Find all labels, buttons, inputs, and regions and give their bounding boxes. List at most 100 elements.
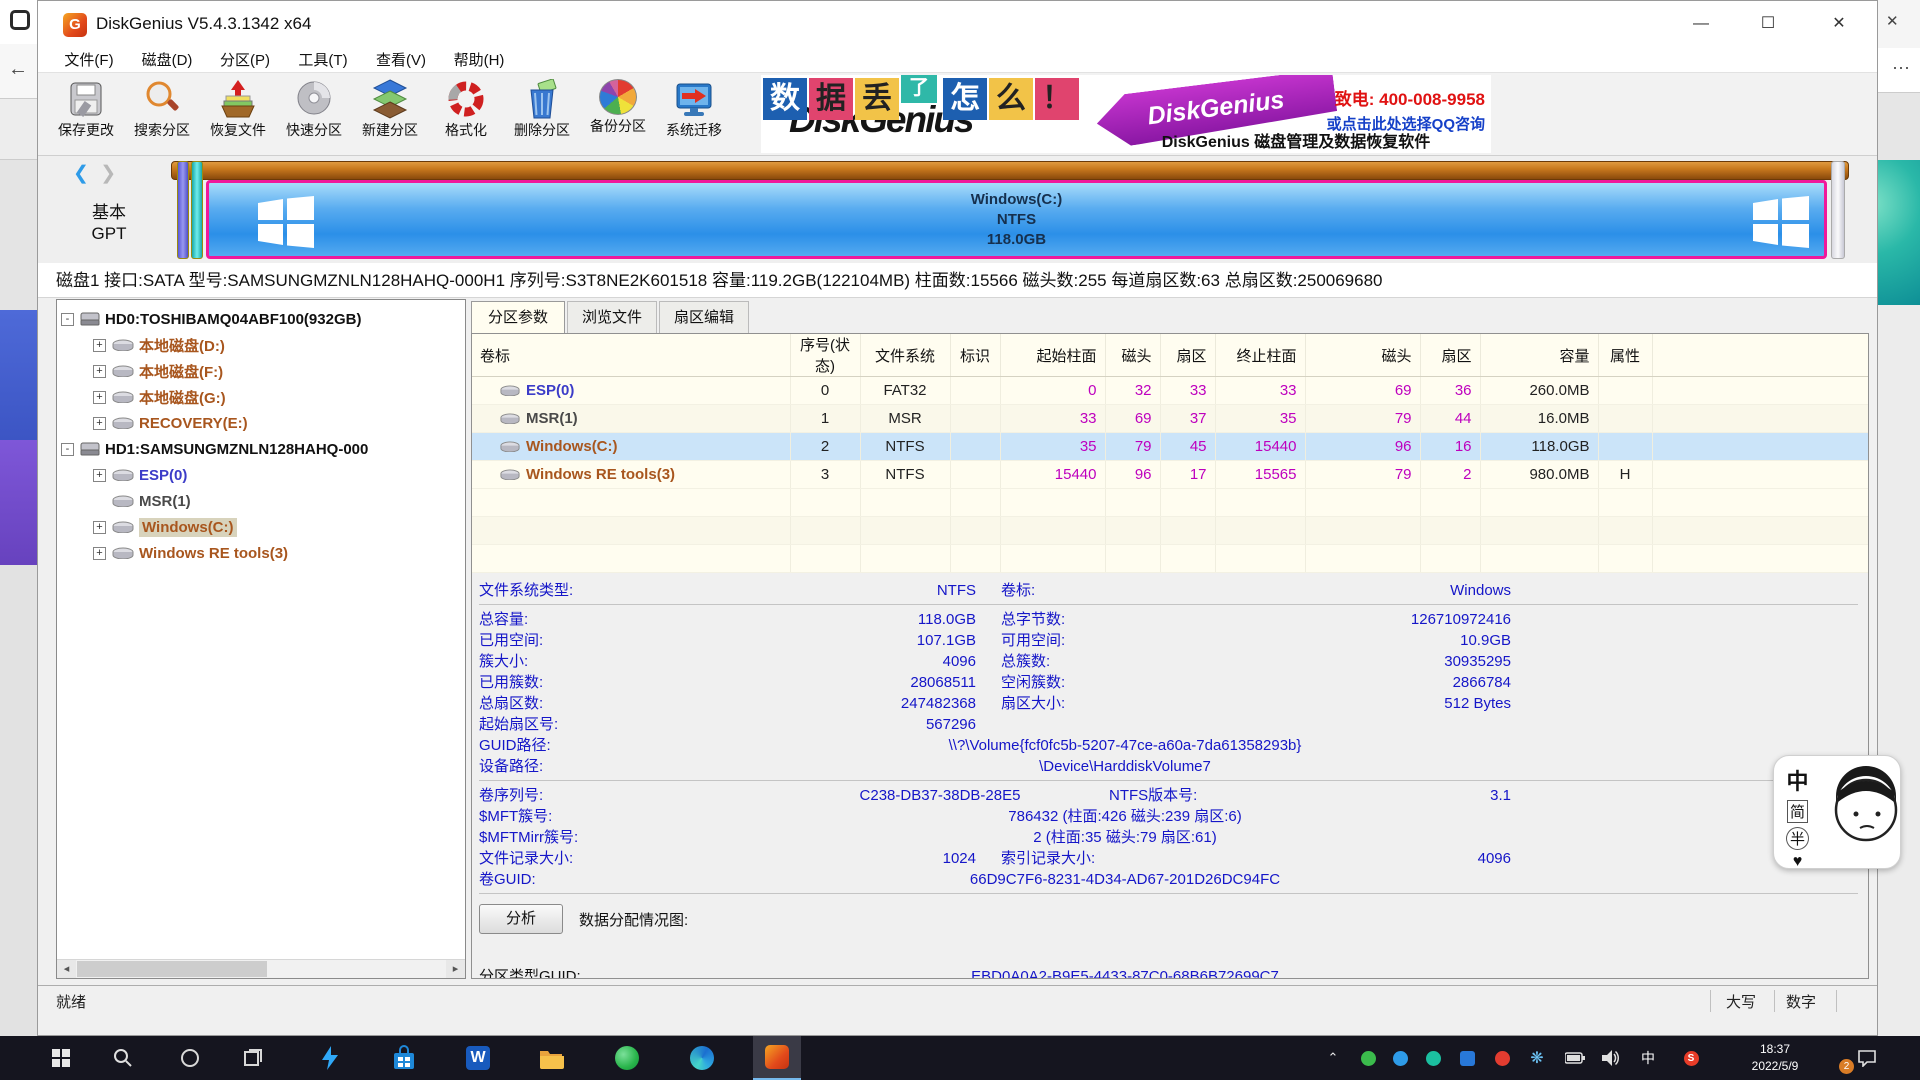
windows-c-partition-block[interactable]: Windows(C:) NTFS 118.0GB	[206, 180, 1827, 259]
tray-dingtalk-icon[interactable]	[1418, 1036, 1448, 1080]
esp-partition-block[interactable]	[177, 161, 189, 259]
taskbar-app-edge[interactable]	[678, 1036, 726, 1080]
expand-icon[interactable]: +	[93, 339, 106, 352]
expand-icon[interactable]: +	[93, 469, 106, 482]
msr-partition-block[interactable]	[191, 161, 203, 259]
tab-browse-files[interactable]: 浏览文件	[567, 301, 657, 333]
collapse-icon[interactable]: -	[61, 443, 74, 456]
system-migrate-button[interactable]: 系统迁移	[656, 77, 732, 151]
tray-expand-button[interactable]: ⌃	[1318, 1036, 1348, 1080]
recover-files-button[interactable]: 恢复文件	[200, 77, 276, 151]
ime-simplified-indicator[interactable]: 简	[1787, 800, 1808, 823]
tree-item-hd0[interactable]: - HD0:TOSHIBAMQ04ABF100(932GB)	[57, 306, 465, 332]
expand-icon[interactable]: +	[93, 547, 106, 560]
menu-file[interactable]: 文件(F)	[56, 50, 122, 71]
banner-contact[interactable]: 致电: 400-008-9958 或点击此处选择QQ咨询	[1327, 85, 1485, 134]
col-end-sector[interactable]: 扇区	[1420, 334, 1480, 377]
search-partition-button[interactable]: 搜索分区	[124, 77, 200, 151]
ime-status-widget[interactable]: 中 简 半 ♥	[1773, 755, 1901, 869]
backup-partition-button[interactable]: 备份分区	[580, 77, 656, 151]
col-end-cylinder[interactable]: 终止柱面	[1215, 334, 1305, 377]
tree-item-msr[interactable]: MSR(1)	[57, 488, 465, 514]
save-changes-button[interactable]: 保存更改	[48, 77, 124, 151]
ime-chinese-indicator[interactable]: 中	[1787, 764, 1809, 796]
ad-banner[interactable]: DiskGenius 数 据 丢 了 怎 么 ！ DiskGenius 致电: …	[761, 75, 1491, 153]
col-start-cylinder[interactable]: 起始柱面	[1000, 334, 1105, 377]
tree-item-hd1[interactable]: - HD1:SAMSUNGMZNLN128HAHQ-000	[57, 436, 465, 462]
col-filesystem[interactable]: 文件系统	[860, 334, 950, 377]
table-row-windows-re[interactable]: Windows RE tools(3) 3 NTFS 15440 96 17 1…	[472, 461, 1869, 489]
task-view-button[interactable]	[229, 1036, 277, 1080]
tray-qq-icon[interactable]	[1452, 1036, 1482, 1080]
tree-item-windows-re[interactable]: + Windows RE tools(3)	[57, 540, 465, 566]
tree-item-disk-f[interactable]: + 本地磁盘(F:)	[57, 358, 465, 384]
col-tag[interactable]: 标识	[950, 334, 1000, 377]
prev-disk-icon[interactable]: ❮	[73, 163, 89, 184]
expand-icon[interactable]: +	[93, 391, 106, 404]
next-disk-icon[interactable]: ❯	[100, 163, 116, 184]
ime-halfwidth-indicator[interactable]: 半	[1786, 827, 1809, 850]
table-row-esp[interactable]: ESP(0) 0 FAT32 0 32 33 33 69 36 260.0MB	[472, 377, 1869, 405]
taskbar-app-explorer[interactable]	[527, 1036, 575, 1080]
taskbar-app-word[interactable]: W	[454, 1036, 502, 1080]
tree-item-recovery-e[interactable]: + RECOVERY(E:)	[57, 410, 465, 436]
taskbar-clock[interactable]: 18:37 2022/5/9	[1735, 1041, 1815, 1075]
start-button[interactable]	[37, 1036, 85, 1080]
menu-help[interactable]: 帮助(H)	[446, 50, 512, 71]
quick-partition-button[interactable]: 快速分区	[276, 77, 352, 151]
tray-browser-icon[interactable]	[1385, 1036, 1415, 1080]
taskbar-app-browser-green[interactable]	[603, 1036, 651, 1080]
col-capacity[interactable]: 容量	[1480, 334, 1598, 377]
taskbar-search-button[interactable]	[99, 1036, 147, 1080]
action-center-button[interactable]: 2	[1845, 1036, 1889, 1080]
heart-icon[interactable]: ♥	[1793, 853, 1803, 871]
tree-item-windows-c[interactable]: + Windows(C:)	[57, 514, 465, 540]
overflow-icon[interactable]: ⋯	[1892, 58, 1910, 79]
table-row-windows-c-selected[interactable]: Windows(C:) 2 NTFS 35 79 45 15440 96 16 …	[472, 433, 1869, 461]
tree-item-disk-d[interactable]: + 本地磁盘(D:)	[57, 332, 465, 358]
col-attr[interactable]: 属性	[1598, 334, 1652, 377]
taskbar-app-diskgenius-active[interactable]	[753, 1036, 801, 1080]
col-end-head[interactable]: 磁头	[1305, 334, 1420, 377]
cortana-button[interactable]	[166, 1036, 214, 1080]
close-button[interactable]: ✕	[1816, 9, 1862, 39]
collapse-icon[interactable]: -	[61, 313, 74, 326]
maximize-button[interactable]: ☐	[1745, 9, 1791, 39]
tray-battery-icon[interactable]	[1560, 1036, 1590, 1080]
scroll-right-icon[interactable]: ▸	[446, 960, 465, 978]
back-arrow-icon[interactable]: ←	[8, 58, 28, 81]
tree-item-esp[interactable]: + ESP(0)	[57, 462, 465, 488]
tab-sector-edit[interactable]: 扇区编辑	[659, 301, 749, 333]
tree-item-disk-g[interactable]: + 本地磁盘(G:)	[57, 384, 465, 410]
menu-disk[interactable]: 磁盘(D)	[134, 50, 200, 71]
menu-tools[interactable]: 工具(T)	[290, 50, 356, 71]
tray-ime-indicator[interactable]: 中	[1633, 1036, 1663, 1080]
tray-sogou-icon[interactable]: S	[1676, 1036, 1706, 1080]
col-volume-label[interactable]: 卷标	[472, 334, 790, 377]
tray-netease-icon[interactable]	[1487, 1036, 1517, 1080]
minimize-button[interactable]: —	[1678, 9, 1724, 39]
background-close-icon[interactable]: ✕	[1886, 12, 1899, 30]
format-button[interactable]: 格式化	[428, 77, 504, 151]
col-seq-status[interactable]: 序号(状态)	[790, 334, 860, 377]
tray-volume-icon[interactable]	[1596, 1036, 1626, 1080]
tray-360-snowflake-icon[interactable]: ❋	[1522, 1036, 1552, 1080]
scroll-left-icon[interactable]: ◂	[57, 960, 76, 978]
new-partition-button[interactable]: 新建分区	[352, 77, 428, 151]
table-row-msr[interactable]: MSR(1) 1 MSR 33 69 37 35 79 44 16.0MB	[472, 405, 1869, 433]
tree-horizontal-scrollbar[interactable]: ◂ ▸	[57, 959, 465, 978]
windows-re-partition-block[interactable]	[1831, 161, 1845, 259]
col-start-sector[interactable]: 扇区	[1160, 334, 1215, 377]
menu-view[interactable]: 查看(V)	[368, 50, 434, 71]
tab-partition-params[interactable]: 分区参数	[471, 301, 565, 333]
scrollbar-thumb[interactable]	[77, 961, 267, 977]
tray-wechat-icon[interactable]	[1353, 1036, 1383, 1080]
col-start-head[interactable]: 磁头	[1105, 334, 1160, 377]
delete-partition-button[interactable]: 删除分区	[504, 77, 580, 151]
taskbar-app-lightning[interactable]	[306, 1036, 354, 1080]
analyze-button[interactable]: 分析	[479, 904, 563, 934]
menu-partition[interactable]: 分区(P)	[212, 50, 278, 71]
expand-icon[interactable]: +	[93, 365, 106, 378]
expand-icon[interactable]: +	[93, 417, 106, 430]
taskbar-app-store[interactable]	[380, 1036, 428, 1080]
